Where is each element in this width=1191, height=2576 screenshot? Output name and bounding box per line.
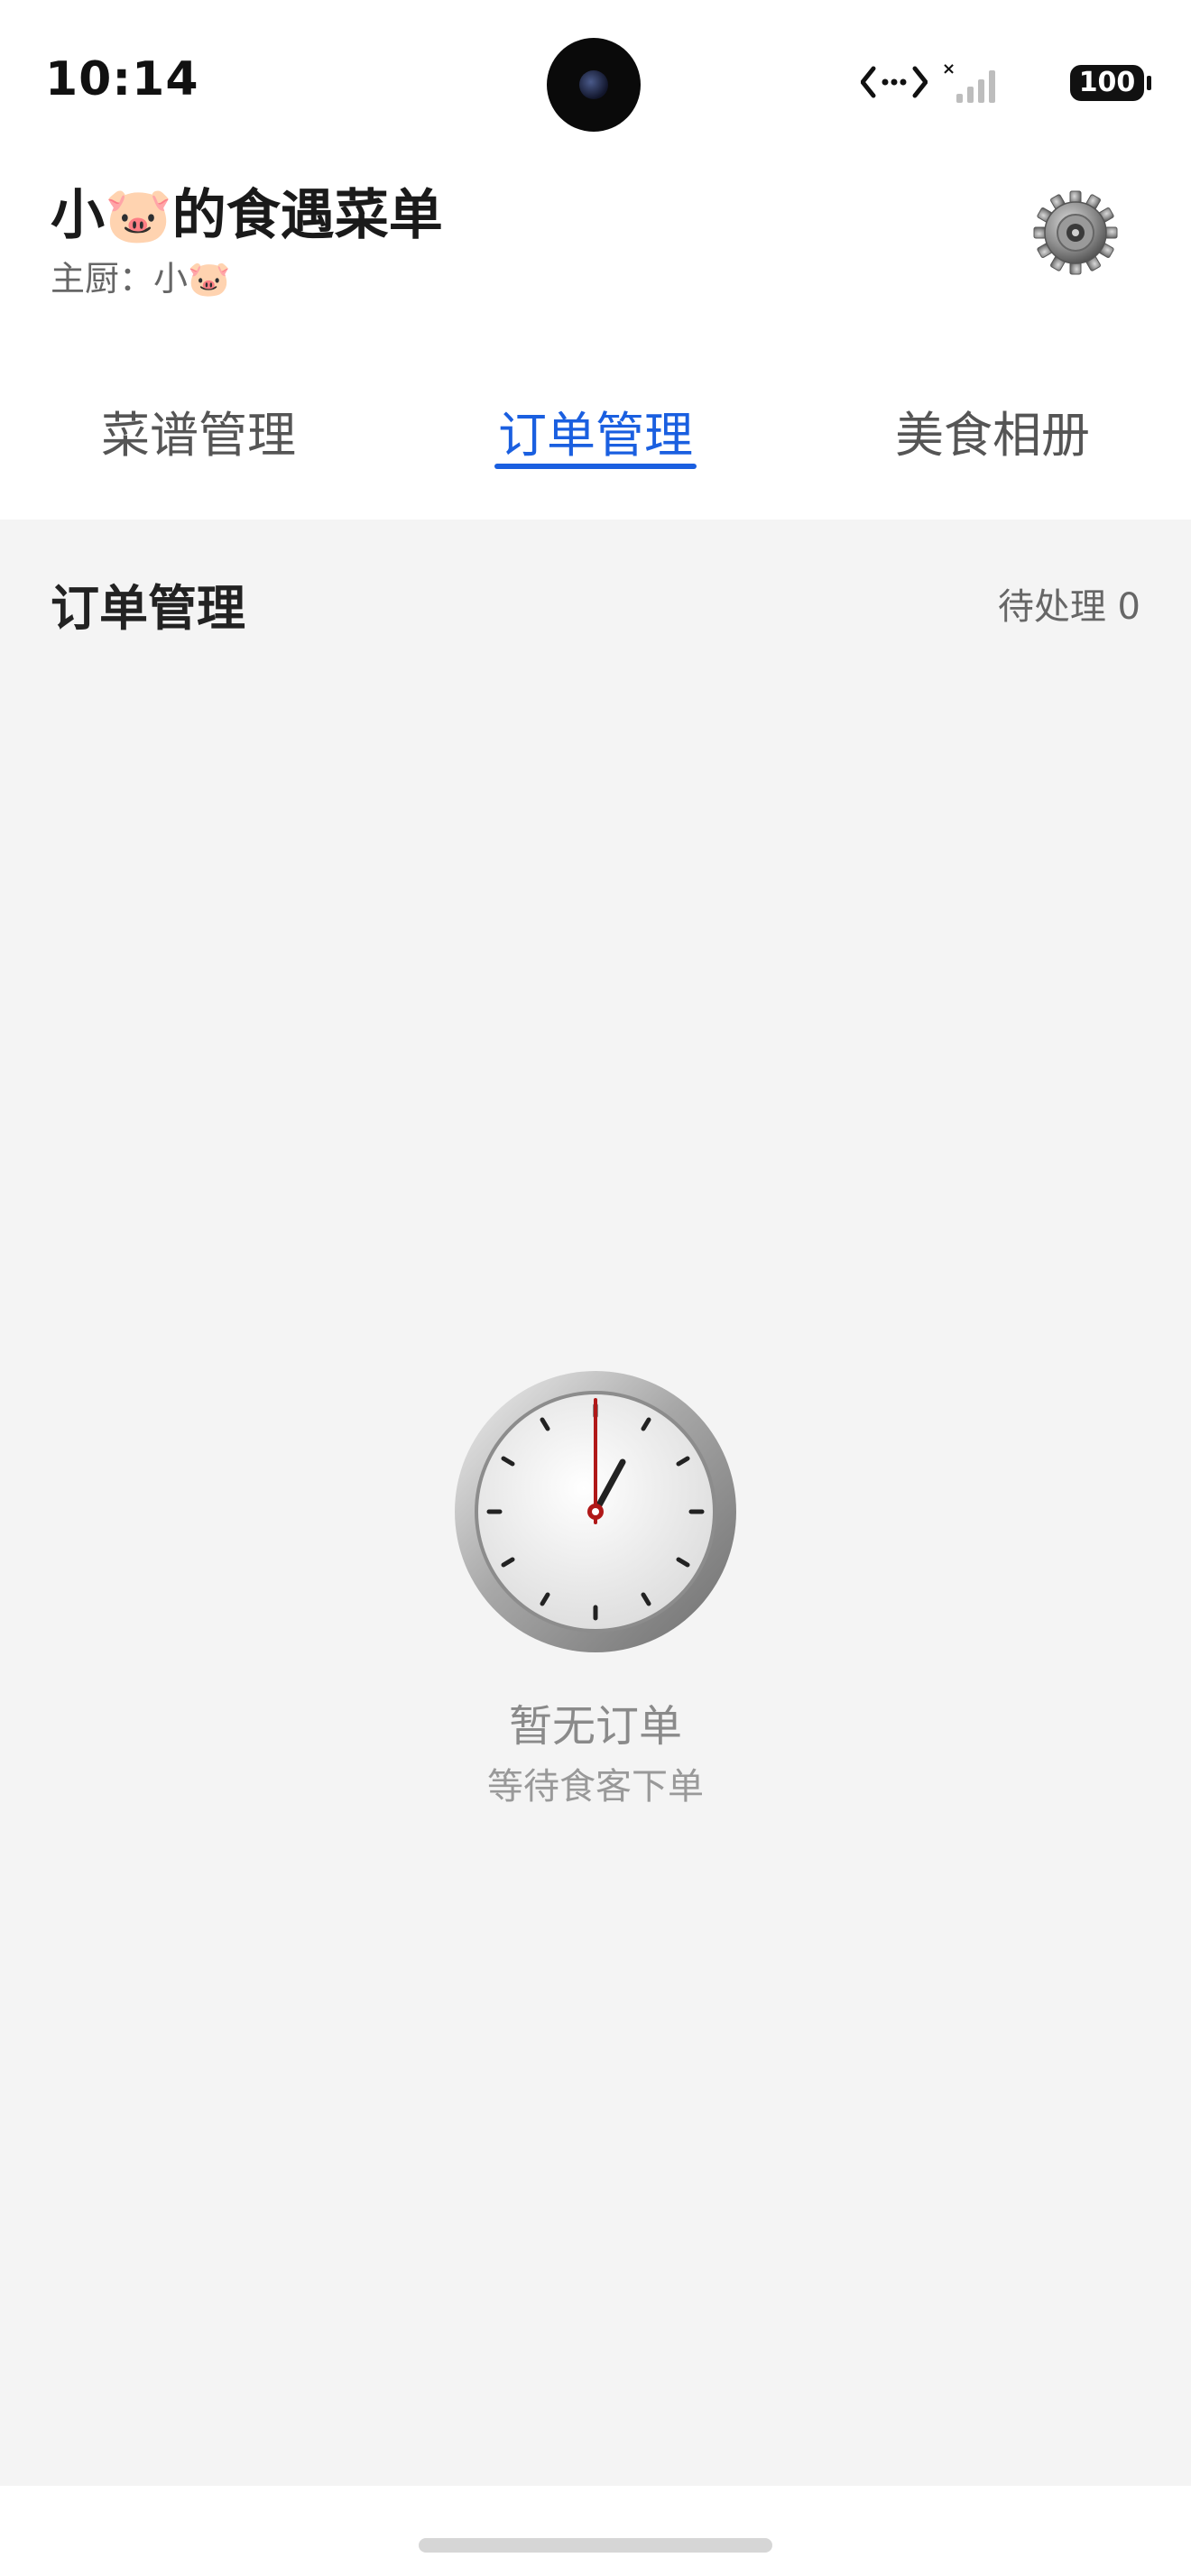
app-header: 小🐷的食遇菜单 主厨：小🐷 <box>0 171 1191 352</box>
tab-food-album[interactable]: 美食相册 <box>794 395 1191 466</box>
status-time: 10:14 <box>45 52 199 106</box>
tab-order-management[interactable]: 订单管理 <box>397 395 794 466</box>
active-tab-indicator <box>494 464 697 469</box>
pending-count: 待处理 0 <box>997 586 1140 628</box>
front-camera <box>547 38 641 132</box>
clock-icon <box>451 1367 740 1656</box>
app-screen: 10:14 × 100 小🐷的食遇菜单 主厨：小🐷 菜谱管理 订单管理 美食相册… <box>0 0 1191 2576</box>
empty-state-title: 暂无订单 <box>508 1701 682 1752</box>
tab-recipe-management[interactable]: 菜谱管理 <box>0 395 397 466</box>
battery-indicator: 100 <box>1070 65 1151 101</box>
page-title: 小🐷的食遇菜单 <box>51 184 443 247</box>
bottom-safe-area <box>0 2486 1191 2576</box>
status-indicators: × 100 <box>855 60 1151 108</box>
settings-button[interactable] <box>1032 189 1119 276</box>
svg-text:×: × <box>942 60 956 78</box>
signal-bars-icon: × <box>942 60 1009 108</box>
gear-icon <box>1033 190 1118 275</box>
order-panel: 订单管理 待处理 0 暂无订单 等待食客下单 <box>0 520 1191 2486</box>
status-bar: 10:14 × 100 <box>0 0 1191 171</box>
empty-state-subtitle: 等待食客下单 <box>487 1766 704 1808</box>
data-arrows-icon <box>860 63 928 105</box>
home-indicator[interactable] <box>419 2538 772 2553</box>
tab-bar: 菜谱管理 订单管理 美食相册 <box>0 361 1191 520</box>
section-title: 订单管理 <box>51 580 245 637</box>
chef-subtitle: 主厨：小🐷 <box>51 259 231 299</box>
